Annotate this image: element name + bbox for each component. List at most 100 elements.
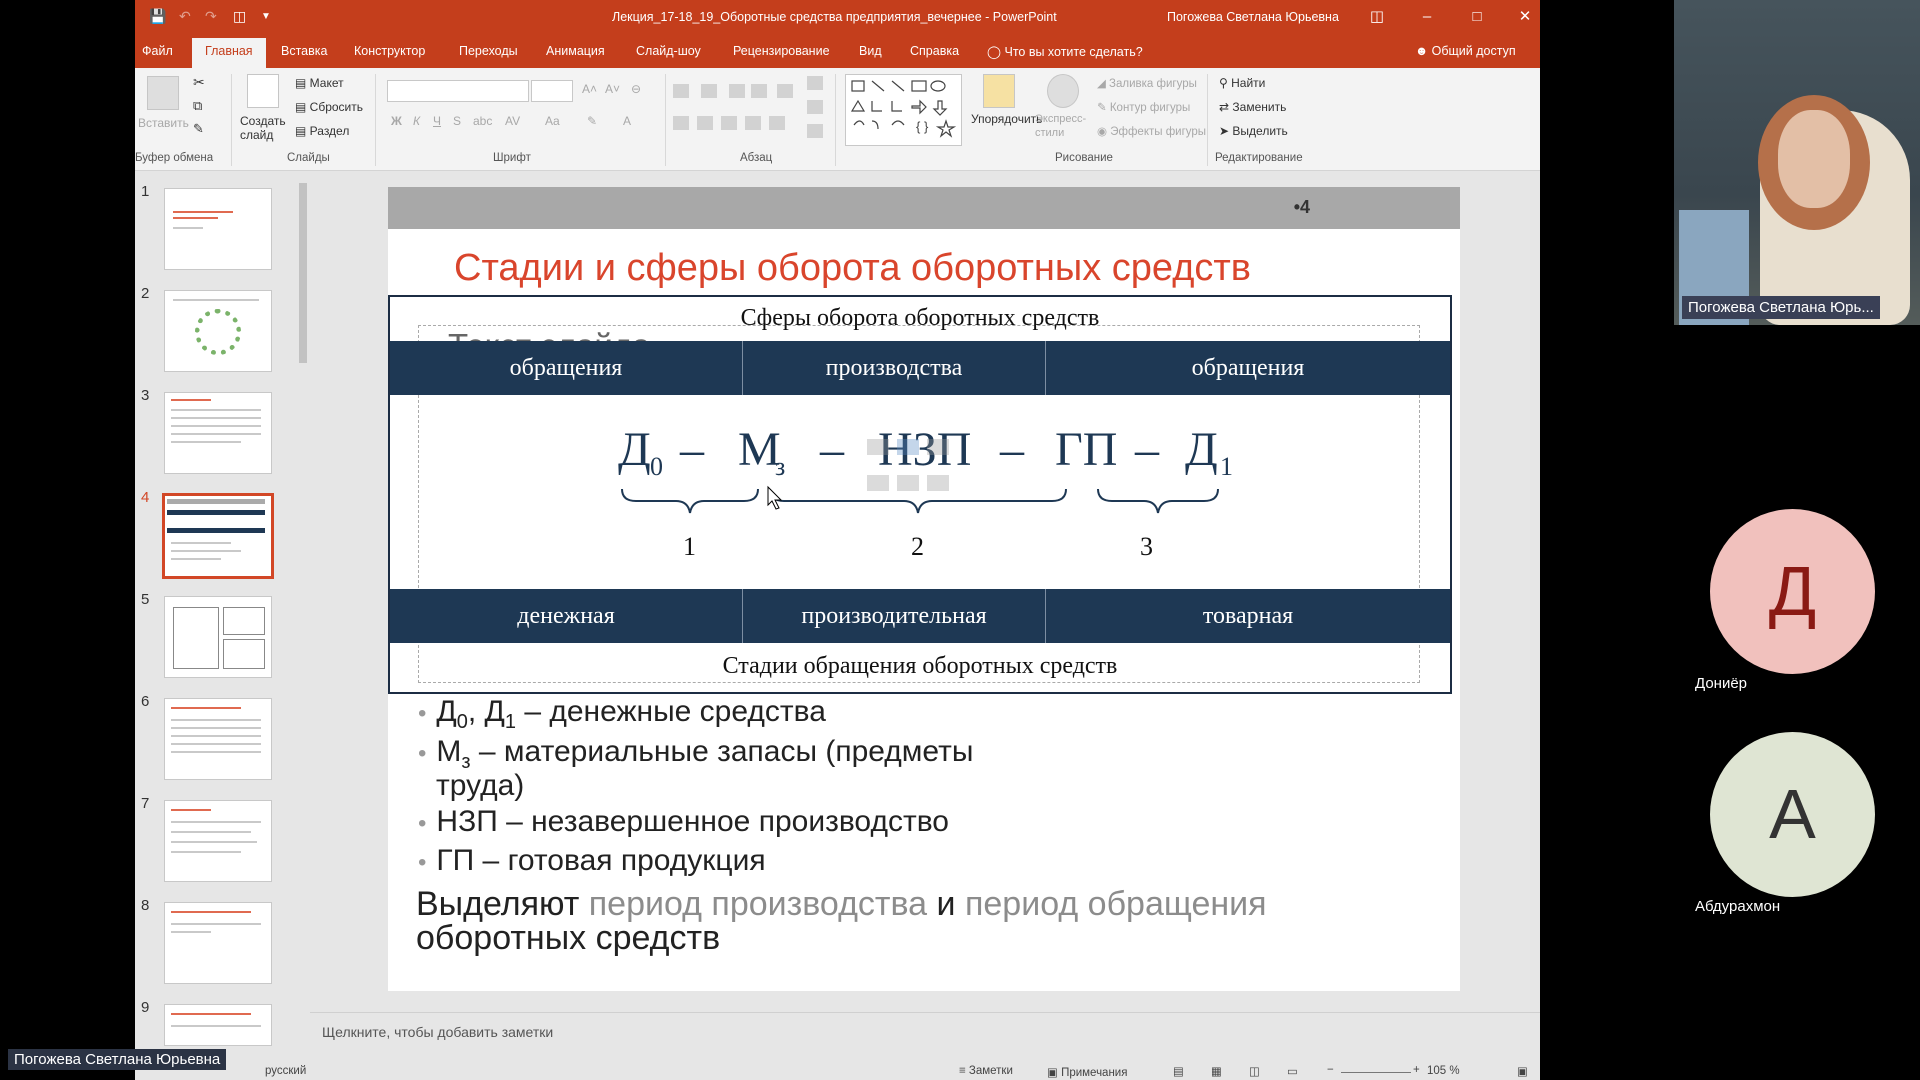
format-painter-icon[interactable]: ✎: [193, 121, 204, 137]
bold-icon[interactable]: Ж: [391, 114, 402, 128]
replace-button[interactable]: ⇄ Заменить: [1219, 100, 1286, 114]
line-spacing-icon[interactable]: [777, 84, 793, 98]
section-button[interactable]: ▤ Раздел: [295, 124, 349, 138]
thumbnail-slide-8[interactable]: [164, 902, 272, 984]
zoom-slider[interactable]: [1341, 1072, 1411, 1073]
align-right-icon[interactable]: [721, 116, 737, 130]
undo-icon[interactable]: ↶: [179, 8, 191, 25]
notes-pane[interactable]: Щелкните, чтобы добавить заметки: [310, 1012, 1540, 1051]
font-color-icon[interactable]: A: [623, 114, 631, 128]
share-button[interactable]: ☻ Общий доступ: [1415, 44, 1516, 58]
thumbnail-slide-5[interactable]: [164, 596, 272, 678]
tab-view[interactable]: Вид: [859, 44, 882, 58]
justify-icon[interactable]: [745, 116, 761, 130]
thumbnail-scrollbar[interactable]: [297, 171, 309, 1051]
smartart-icon[interactable]: [807, 124, 823, 138]
redo-icon[interactable]: ↷: [205, 8, 217, 25]
zoom-in-icon[interactable]: +: [1413, 1064, 1420, 1076]
thumbnail-slide-4-selected[interactable]: [162, 493, 274, 579]
quick-styles-label[interactable]: Экспресс-стили: [1035, 112, 1095, 140]
layout-button[interactable]: ▤ Макет: [295, 76, 344, 90]
shapes-gallery[interactable]: { }: [845, 74, 962, 146]
zoom-out-icon[interactable]: −: [1327, 1064, 1334, 1076]
tab-insert[interactable]: Вставка: [281, 44, 327, 58]
comments-toggle[interactable]: ▣ Примечания: [1047, 1065, 1127, 1079]
arrange-label[interactable]: Упорядочить: [971, 112, 1042, 126]
thumbnail-slide-9[interactable]: [164, 1004, 272, 1046]
increase-indent-icon[interactable]: [751, 84, 767, 98]
quick-styles-icon[interactable]: [1047, 74, 1079, 108]
tab-slideshow[interactable]: Слайд-шоу: [636, 44, 701, 58]
new-slide-label[interactable]: Создать слайд: [240, 114, 290, 142]
shape-fill-button[interactable]: ◢ Заливка фигуры: [1097, 76, 1197, 90]
new-slide-icon[interactable]: [247, 74, 279, 108]
font-name-box[interactable]: [387, 80, 529, 102]
cut-icon[interactable]: ✂: [193, 74, 205, 91]
normal-view-icon[interactable]: ▤: [1173, 1064, 1184, 1078]
thumbnail-slide-6[interactable]: [164, 698, 272, 780]
close-button[interactable]: ✕: [1510, 6, 1540, 28]
signed-in-user[interactable]: Погожева Светлана Юрьевна: [1167, 10, 1339, 24]
reading-view-icon[interactable]: ◫: [1249, 1064, 1260, 1078]
tab-help[interactable]: Справка: [910, 44, 959, 58]
font-size-box[interactable]: [531, 80, 573, 102]
language-indicator[interactable]: русский: [265, 1065, 306, 1077]
shape-outline-button[interactable]: ✎ Контур фигуры: [1097, 100, 1190, 114]
maximize-button[interactable]: □: [1462, 6, 1492, 28]
thumbnail-slide-7[interactable]: [164, 800, 272, 882]
tab-file[interactable]: Файл: [142, 44, 173, 58]
shadow-icon[interactable]: S: [453, 114, 461, 128]
zoom-level[interactable]: 105 %: [1427, 1065, 1460, 1077]
bullet-item[interactable]: • Д0, Д1 – денежные средства: [418, 695, 826, 734]
shape-effects-button[interactable]: ◉ Эффекты фигуры: [1097, 124, 1206, 138]
font-grow-icon[interactable]: A˄: [582, 82, 597, 96]
underline-icon[interactable]: Ч: [433, 114, 441, 128]
circulation-diagram[interactable]: Текст слайда Сферы оборота оборотных сре…: [388, 295, 1452, 694]
slideshow-view-icon[interactable]: ▭: [1287, 1064, 1298, 1078]
align-text-icon[interactable]: [807, 100, 823, 114]
decrease-indent-icon[interactable]: [729, 84, 745, 98]
bullet-item[interactable]: • НЗП – незавершенное производство: [418, 805, 949, 839]
ribbon-display-options-icon[interactable]: ◫: [1362, 6, 1392, 28]
fit-to-window-icon[interactable]: ▣: [1517, 1064, 1528, 1078]
arrange-icon[interactable]: [983, 74, 1015, 108]
notes-toggle[interactable]: ≡ Заметки: [959, 1065, 1013, 1077]
scrollbar-thumb[interactable]: [299, 183, 307, 363]
minimize-button[interactable]: –: [1412, 6, 1442, 28]
font-shrink-icon[interactable]: A˅: [605, 82, 620, 96]
tab-transitions[interactable]: Переходы: [459, 44, 518, 58]
tab-home[interactable]: Главная: [192, 38, 266, 68]
align-center-icon[interactable]: [697, 116, 713, 130]
bullet-item[interactable]: • ГП – готовая продукция: [418, 844, 766, 878]
bullets-icon[interactable]: [673, 84, 689, 98]
reset-button[interactable]: ▤ Сбросить: [295, 100, 363, 114]
char-spacing-icon[interactable]: AV: [505, 114, 520, 128]
highlight-icon[interactable]: ✎: [587, 114, 597, 128]
clear-formatting-icon[interactable]: ⊖: [631, 82, 641, 96]
thumbnail-slide-2[interactable]: [164, 290, 272, 372]
strikethrough-icon[interactable]: abc: [473, 114, 492, 128]
copy-icon[interactable]: ⧉: [193, 98, 202, 114]
closing-statement[interactable]: Выделяют период производства и период об…: [416, 887, 1267, 955]
tab-animations[interactable]: Анимация: [546, 44, 605, 58]
numbering-icon[interactable]: [701, 84, 717, 98]
change-case-icon[interactable]: Aa: [545, 114, 560, 128]
tab-review[interactable]: Рецензирование: [733, 44, 830, 58]
thumbnail-slide-3[interactable]: [164, 392, 272, 474]
save-icon[interactable]: 💾: [149, 8, 166, 25]
tab-design[interactable]: Конструктор: [354, 44, 425, 58]
slide-sorter-icon[interactable]: ▦: [1211, 1064, 1222, 1078]
tell-me-box[interactable]: ◯ Что вы хотите сделать?: [987, 44, 1143, 59]
participant-avatar[interactable]: Д: [1710, 509, 1875, 674]
slide-canvas[interactable]: •4 Стадии и сферы оборота оборотных сред…: [388, 187, 1460, 991]
align-left-icon[interactable]: [673, 116, 689, 130]
select-button[interactable]: ➤ Выделить: [1219, 124, 1288, 138]
find-button[interactable]: ⚲ Найти: [1219, 76, 1265, 90]
text-direction-icon[interactable]: [807, 76, 823, 90]
start-slideshow-icon[interactable]: ◫: [233, 8, 246, 25]
customize-qat-icon[interactable]: ▼: [261, 11, 271, 22]
italic-icon[interactable]: К: [413, 114, 420, 128]
paste-icon[interactable]: [147, 76, 179, 110]
participant-avatar[interactable]: А: [1710, 732, 1875, 897]
slide-title[interactable]: Стадии и сферы оборота оборотных средств: [454, 247, 1251, 290]
